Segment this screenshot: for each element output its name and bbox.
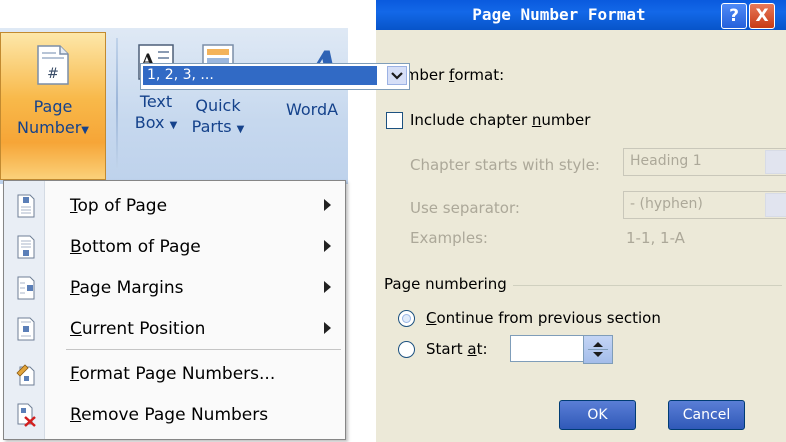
page-number-label-2: Number [17,118,82,137]
svg-text:#: # [47,66,59,82]
dialog-title: Page Number Format [472,5,646,24]
chapter-style-select[interactable]: Heading 1 [623,148,786,176]
spinner-arrows-icon [588,342,608,357]
chevron-down-icon [391,72,403,80]
insert-ribbon-group: # Page Number▼ A Text Box ▼ Quick Parts … [0,28,348,184]
dropdown-arrow-button[interactable] [765,193,786,217]
chapter-style-label: Chapter starts with style: [410,156,600,174]
menu-item-label: Format Page Numbers... [70,364,276,384]
include-chapter-label: Include chapter number [410,111,591,129]
page-margin-number-icon [17,276,35,300]
start-at-label: Start at: [426,340,488,358]
chevron-down-icon: ▼ [169,120,178,131]
menu-item-page-margins[interactable]: Page Margins [4,267,345,309]
wordart-label: WordA [286,100,339,119]
cancel-button[interactable]: Cancel [668,400,745,430]
number-format-value: 1, 2, 3, ... [143,66,377,85]
quick-parts-button[interactable]: Quick Parts ▼ [190,32,246,178]
page-number-button[interactable]: # Page Number▼ [0,32,106,180]
submenu-arrow-icon [324,199,331,211]
page-top-number-icon [17,194,35,218]
text-box-label-1: Text [139,92,173,111]
chevron-down-icon: ▼ [81,125,89,136]
start-at-input[interactable] [510,335,584,362]
start-at-spinner[interactable] [583,335,613,364]
menu-item-remove-page-numbers[interactable]: Remove Page Numbers [4,394,345,436]
separator-value: - (hyphen) [630,196,703,212]
remove-page-numbers-icon [17,403,36,427]
page-bottom-number-icon [17,235,35,259]
page-number-icon: # [37,45,69,85]
ok-button[interactable]: OK [559,400,636,430]
ribbon-separator [116,38,118,168]
quick-parts-label-1: Quick [195,96,241,115]
number-format-select[interactable]: 1, 2, 3, ... [140,63,410,90]
submenu-arrow-icon [324,322,331,334]
separator-label: Use separator: [410,199,520,217]
dropdown-arrow-button[interactable] [387,66,407,85]
menu-item-label: Top of Page [70,196,168,216]
page-number-label-1: Page [33,97,73,116]
submenu-arrow-icon [324,281,331,293]
examples-value: 1-1, 1-A [626,229,685,247]
menu-item-label: Bottom of Page [70,237,201,257]
separator-select[interactable]: - (hyphen) [623,191,786,219]
chapter-style-value: Heading 1 [630,153,702,169]
close-button[interactable]: X [749,3,775,29]
menu-item-label: Page Margins [70,278,184,298]
text-box-button[interactable]: A Text Box ▼ [130,32,182,178]
chevron-down-icon: ▼ [236,124,245,135]
page-numbering-group-label: Page numbering [384,275,513,293]
page-current-number-icon [17,317,35,341]
menu-item-label: Remove Page Numbers [70,405,269,425]
continue-radio[interactable] [398,310,415,327]
continue-label: Continue from previous section [426,309,661,327]
menu-divider [66,349,341,350]
wordart-button[interactable]: A WordA [282,32,348,178]
dropdown-arrow-button[interactable] [765,150,786,174]
dialog-title-bar: Page Number Format ? X [376,0,786,30]
menu-item-format-page-numbers[interactable]: Format Page Numbers... [4,353,345,395]
format-page-numbers-icon [16,364,35,386]
page-number-menu: Top of Page Bottom of Page Page Margins … [3,180,346,440]
include-chapter-checkbox[interactable] [386,112,403,129]
menu-item-label: Current Position [70,319,206,339]
help-button[interactable]: ? [721,3,747,29]
submenu-arrow-icon [324,240,331,252]
start-at-radio[interactable] [398,341,415,358]
menu-item-top-of-page[interactable]: Top of Page [4,185,345,227]
quick-parts-label-2: Parts [191,117,232,136]
examples-label: Examples: [410,229,488,247]
menu-item-current-position[interactable]: Current Position [4,308,345,350]
text-box-label-2: Box [134,113,165,132]
menu-item-bottom-of-page[interactable]: Bottom of Page [4,226,345,268]
